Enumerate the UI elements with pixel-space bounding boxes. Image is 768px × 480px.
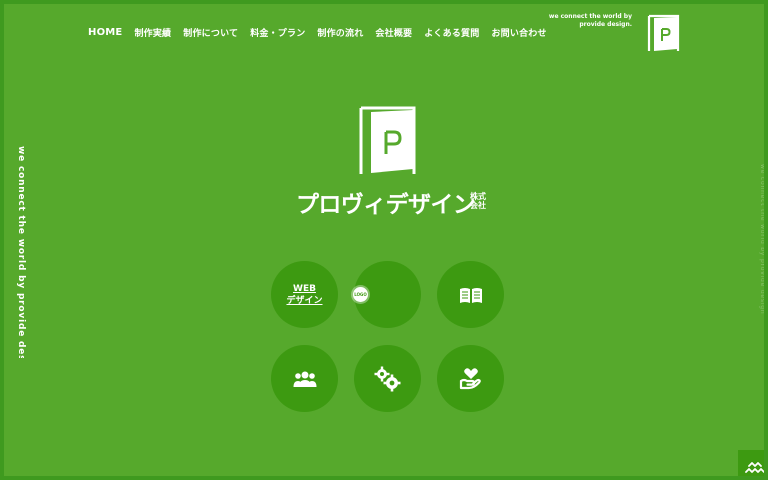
top-navigation: HOME 制作実績 制作について 料金・プラン 制作の流れ 会社概要 よくある質… (88, 26, 547, 39)
nav-home[interactable]: HOME (88, 27, 122, 38)
brand-suffix-line-2: 会社 (470, 201, 486, 210)
door-p-logo-icon[interactable] (647, 14, 681, 53)
brand-suffix-line-1: 株式 (470, 192, 486, 201)
nav-company[interactable]: 会社概要 (375, 26, 412, 39)
nav-pricing[interactable]: 料金・プラン (250, 26, 305, 39)
nav-faq[interactable]: よくある質問 (424, 26, 479, 39)
hero-door-logo-icon (358, 105, 418, 177)
header-tagline: we connect the world by provide design. (512, 13, 632, 29)
book-icon (459, 286, 483, 304)
arrows-up-icon (745, 460, 764, 474)
service-circle-grid: WEB デザイン LOGO (271, 261, 505, 412)
nav-works[interactable]: 制作実績 (134, 26, 171, 39)
brand-wordmark: プロヴィデザイン 株式 会社 (296, 190, 490, 220)
web-design-label: WEB デザイン (286, 283, 322, 307)
team-icon (292, 370, 318, 388)
logo-design-button[interactable]: LOGO (353, 261, 421, 328)
team-button[interactable] (271, 345, 338, 412)
right-vertical-tagline: we connect the world by provide design (759, 164, 766, 314)
web-design-button[interactable]: WEB デザイン (271, 261, 338, 328)
header-tagline-line-2: provide design. (579, 21, 632, 28)
care-button[interactable] (437, 345, 504, 412)
left-vertical-tagline: we connect the world by provide design (16, 146, 26, 358)
page-top-button[interactable] (738, 450, 764, 476)
web-design-label-line-1: WEB (293, 283, 316, 294)
brand-company-suffix: 株式 会社 (470, 192, 488, 210)
settings-button[interactable] (354, 345, 421, 412)
page: HOME 制作実績 制作について 料金・プラン 制作の流れ 会社概要 よくある質… (0, 0, 768, 480)
header-tagline-line-1: we connect the world by (548, 13, 632, 20)
heart-hand-icon (459, 367, 483, 391)
logo-badge-icon: LOGO (353, 287, 368, 302)
brand-name: プロヴィデザイン (296, 192, 476, 218)
web-design-label-line-2: デザイン (286, 295, 323, 306)
nav-flow[interactable]: 制作の流れ (317, 26, 363, 39)
gears-icon (374, 366, 402, 392)
nav-about-production[interactable]: 制作について (183, 26, 238, 39)
book-button[interactable] (437, 261, 504, 328)
